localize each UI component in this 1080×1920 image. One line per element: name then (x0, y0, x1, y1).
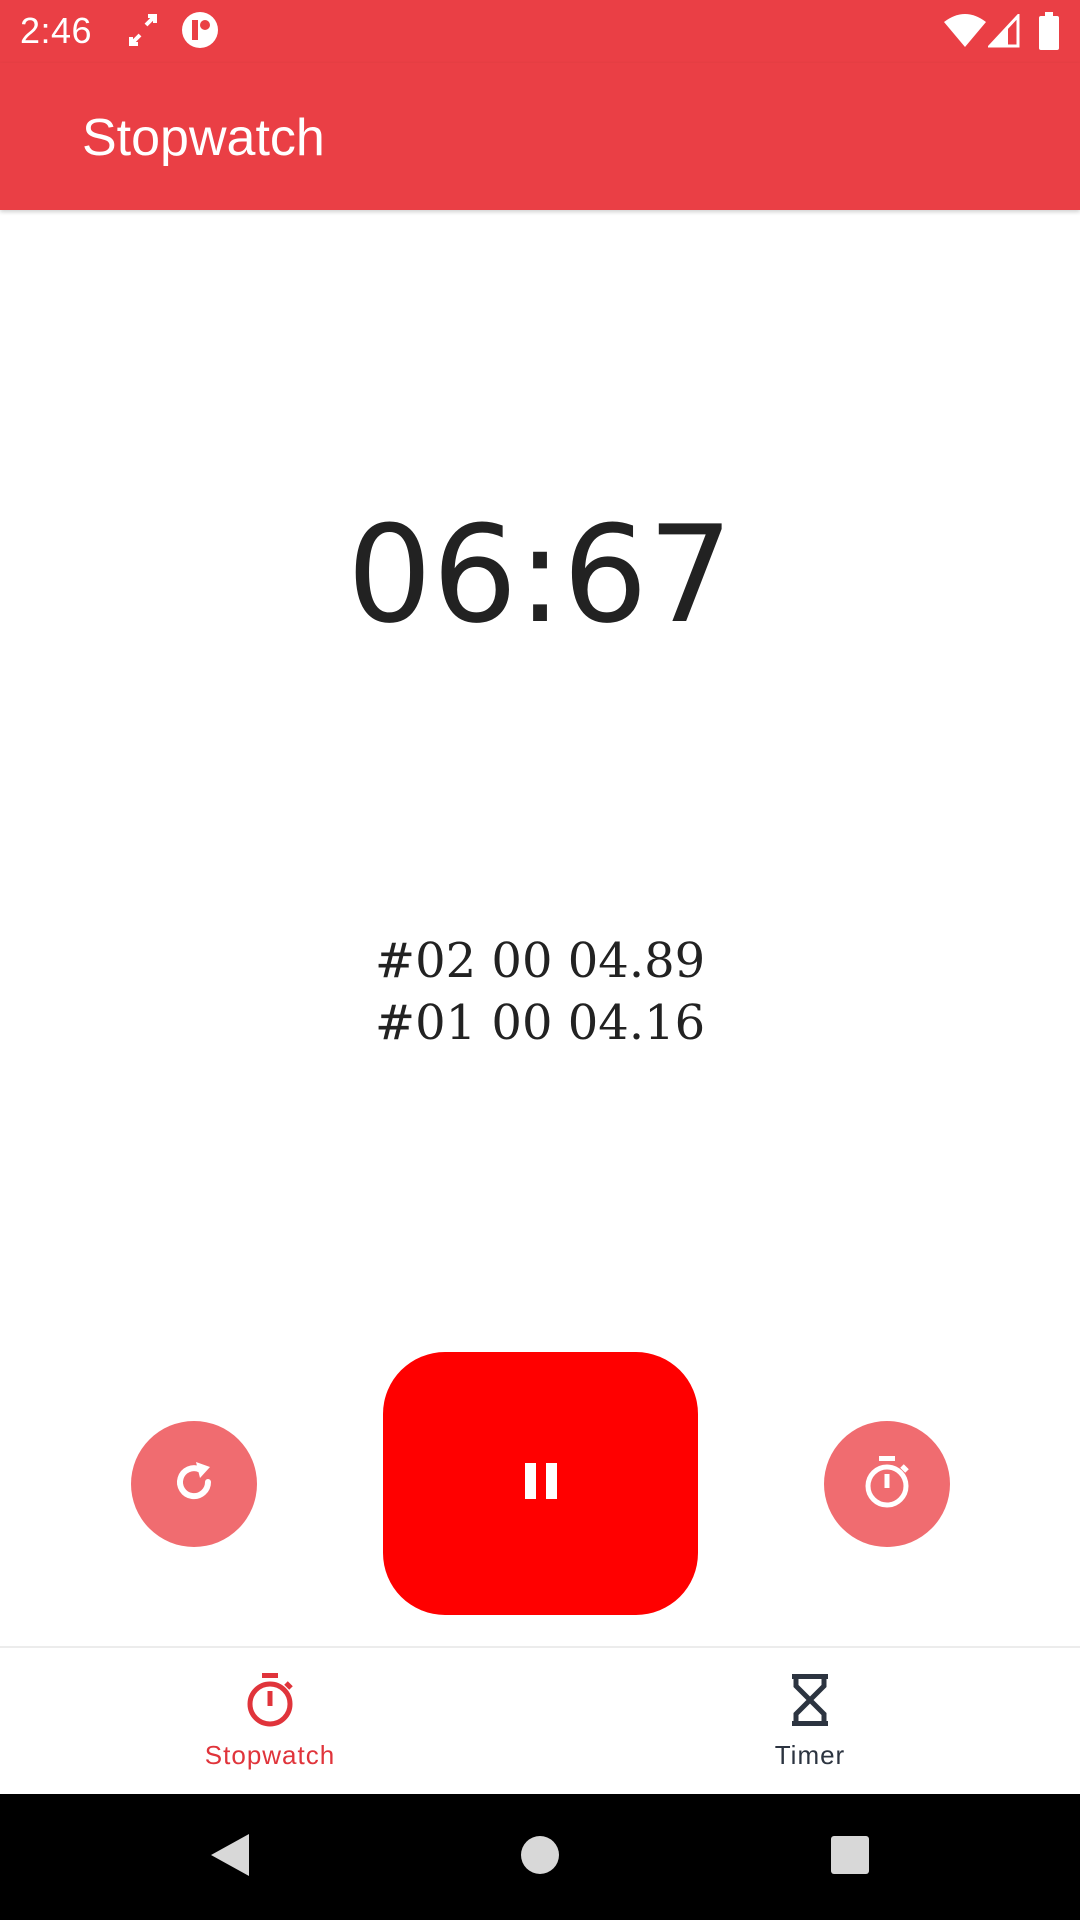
elapsed-time: 06:67 (346, 497, 734, 653)
stopwatch-icon (861, 1454, 913, 1515)
cell-signal-icon (986, 12, 1020, 53)
battery-icon (1038, 12, 1060, 55)
lap-list: #02 00 04.89 #01 00 04.16 (0, 930, 1080, 1054)
back-triangle-icon (209, 1832, 251, 1883)
wifi-icon (944, 14, 986, 53)
lap-item: #02 00 04.89 (374, 933, 706, 989)
home-circle-icon (520, 1835, 560, 1880)
app-notification-icon (180, 10, 220, 55)
recents-button[interactable] (810, 1794, 890, 1920)
tab-timer[interactable]: Timer (540, 1648, 1080, 1796)
lap-item: #01 00 04.16 (374, 995, 706, 1051)
page-title: Stopwatch (82, 109, 325, 167)
refresh-icon (170, 1458, 218, 1511)
status-time: 2:46 (20, 10, 93, 51)
tab-label: Stopwatch (204, 1740, 336, 1770)
pause-button[interactable] (383, 1352, 698, 1615)
back-button[interactable] (190, 1794, 270, 1920)
app-bar: Stopwatch (0, 63, 1080, 210)
stopwatch-icon (244, 1670, 296, 1730)
tab-stopwatch[interactable]: Stopwatch (0, 1648, 540, 1796)
sync-arrows-icon (128, 12, 158, 53)
pause-icon (523, 1461, 559, 1506)
home-button[interactable] (500, 1794, 580, 1920)
stopwatch-screen: 2:46 Stopwatch 06:67 #02 00 04.89 #01 00… (0, 0, 1080, 1920)
lap-button[interactable] (824, 1421, 950, 1547)
reset-button[interactable] (131, 1421, 257, 1547)
recents-square-icon (830, 1835, 870, 1880)
system-navigation-bar (0, 1794, 1080, 1920)
bottom-navigation: Stopwatch Timer (0, 1646, 1080, 1794)
tab-label: Timer (774, 1740, 846, 1770)
hourglass-icon (790, 1670, 830, 1730)
status-bar: 2:46 (0, 0, 1080, 63)
